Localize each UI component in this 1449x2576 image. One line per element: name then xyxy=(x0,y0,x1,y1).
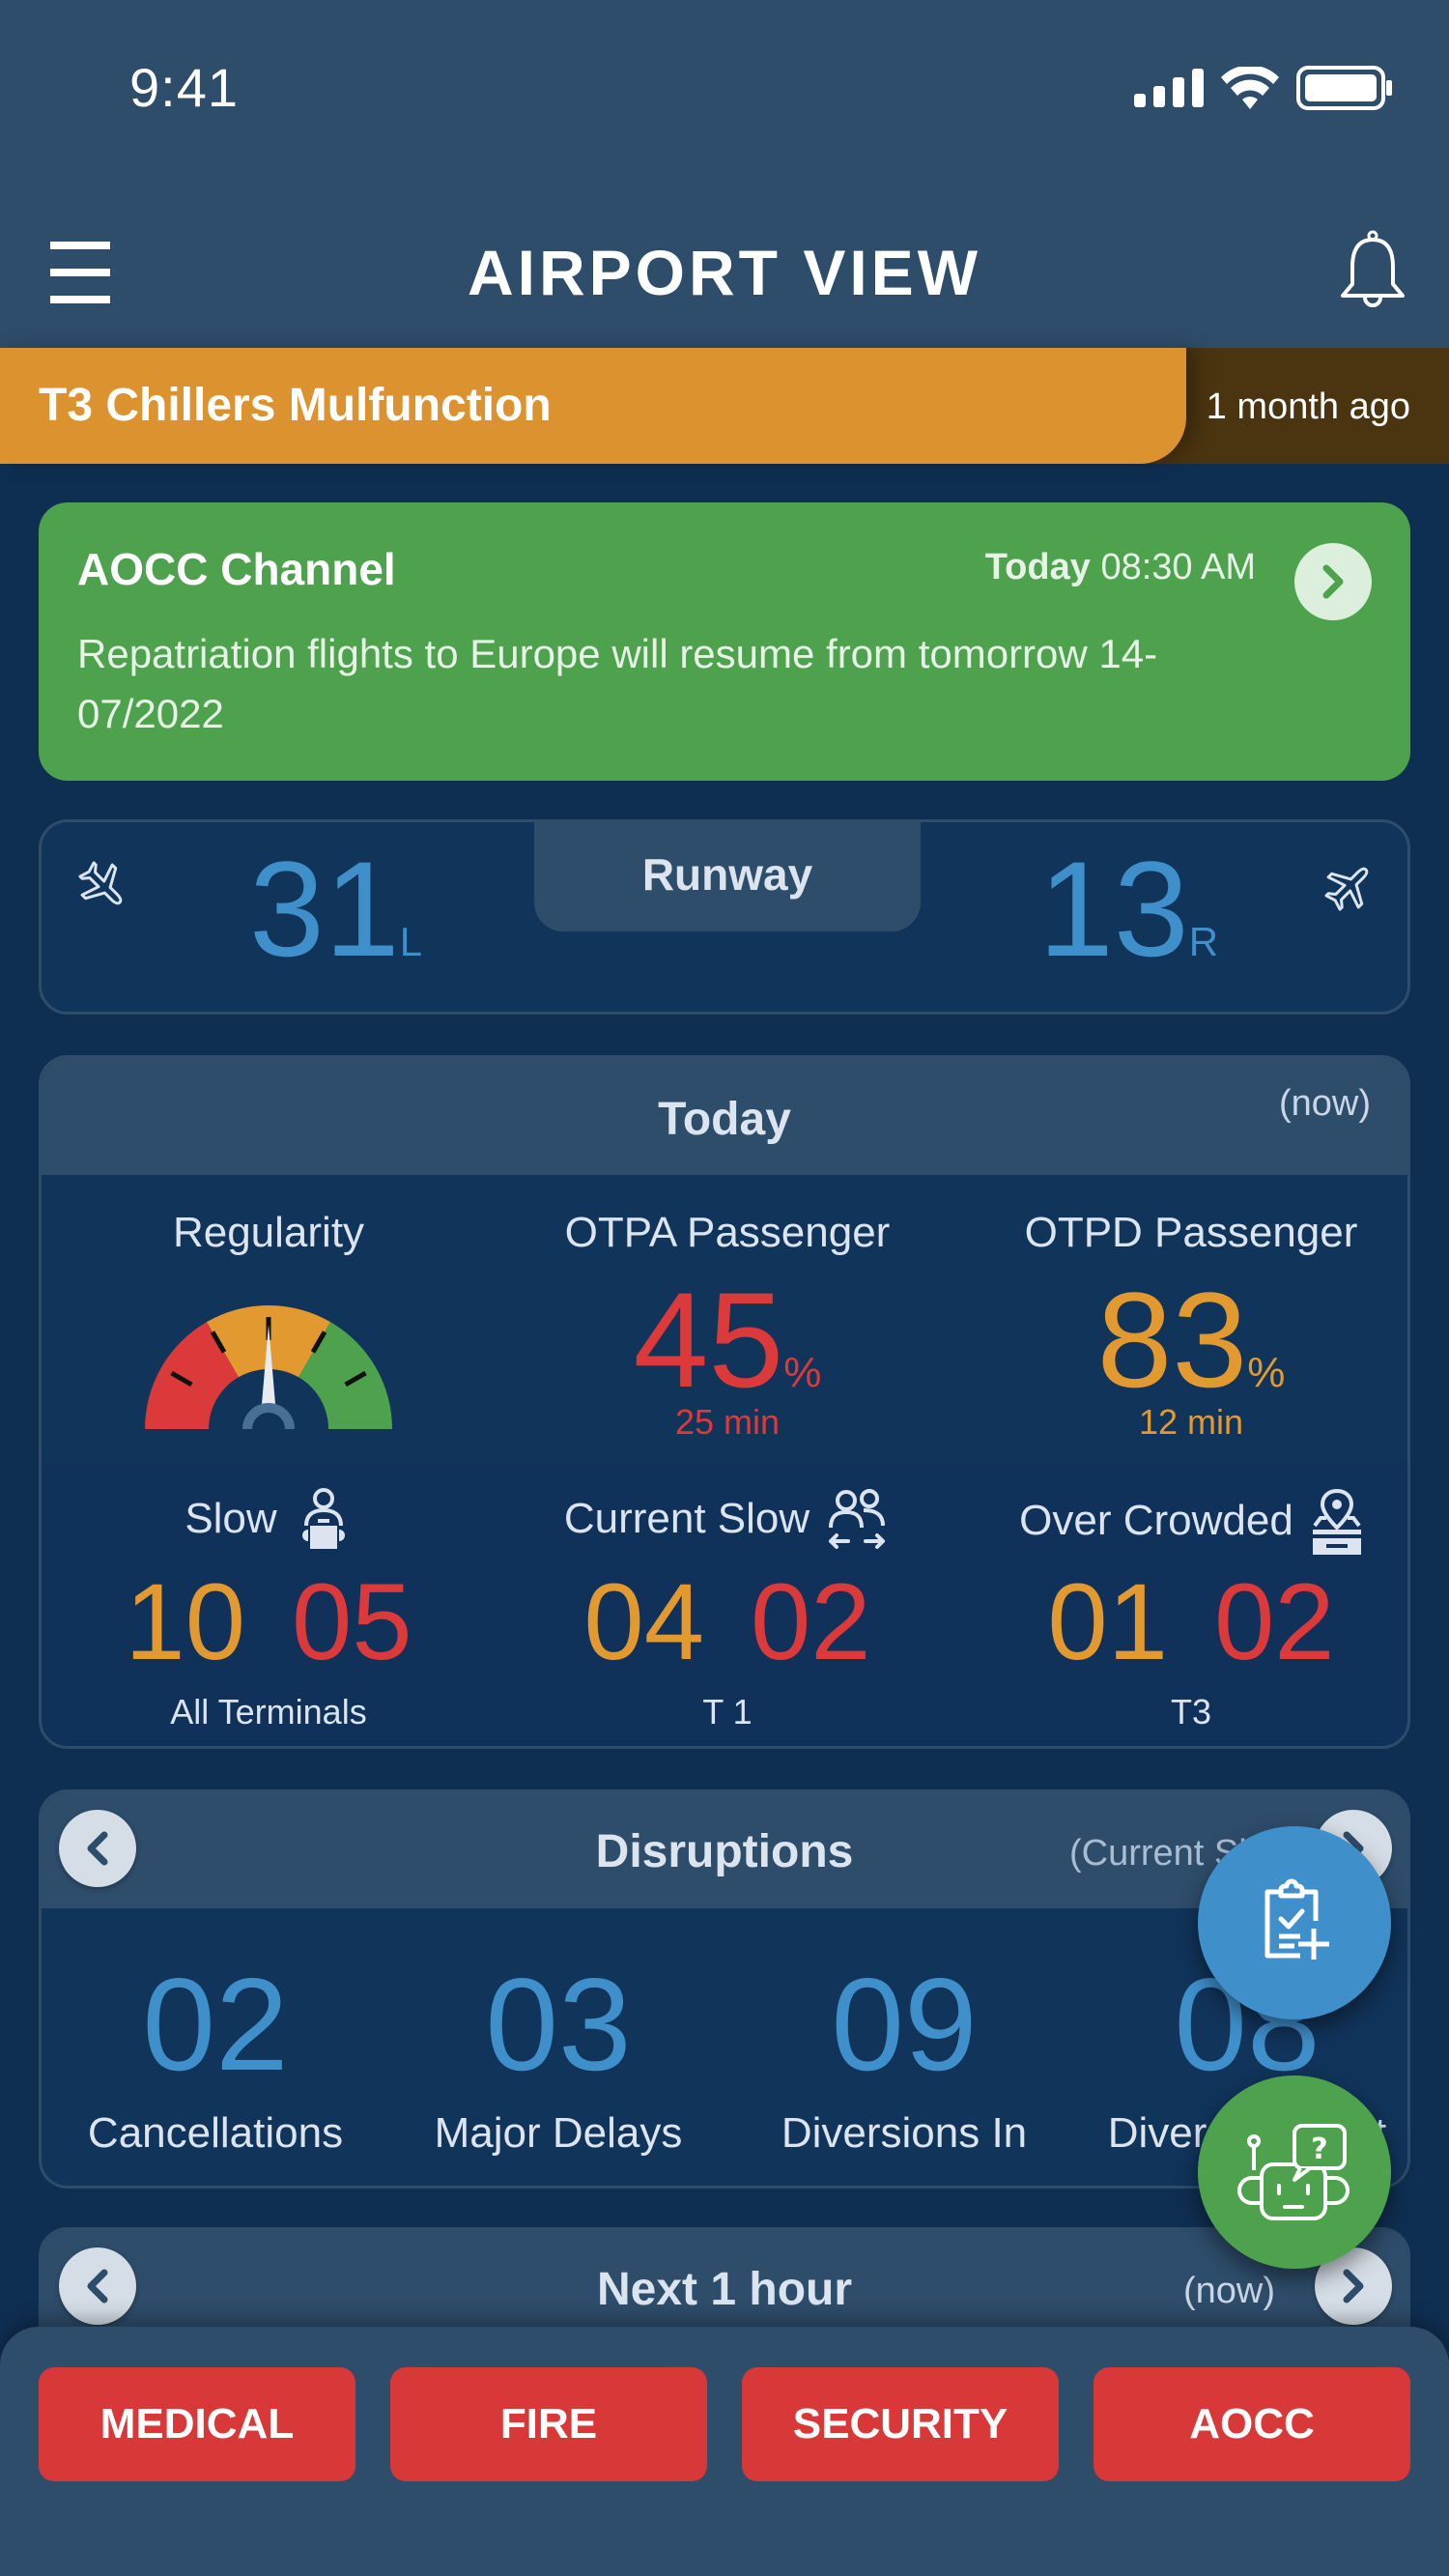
otpd-value: 83% xyxy=(964,1273,1407,1408)
fire-button[interactable]: FIRE xyxy=(390,2367,707,2481)
aocc-date-label: Today xyxy=(984,547,1091,587)
runway-arrival-number: 31 xyxy=(249,833,400,985)
today-subtitle: (now) xyxy=(1278,1083,1371,1124)
count-over-crowded-scope: T3 xyxy=(1170,1692,1211,1732)
disruption-value: 02 xyxy=(142,1951,289,2098)
aocc-channel-title: AOCC Channel xyxy=(77,544,396,594)
aocc-channel-message: Repatriation flights to Europe will resu… xyxy=(77,631,1158,736)
chatbot-help-icon: ? xyxy=(1237,2124,1350,2220)
disruption-value: 09 xyxy=(831,1951,978,2098)
cellular-signal-icon xyxy=(1134,69,1204,107)
runway-label: Runway xyxy=(534,819,921,931)
chevron-left-icon xyxy=(87,1831,108,1866)
runway-card: 31L Runway 13R xyxy=(39,819,1410,1015)
next-hour-subtitle: (now) xyxy=(1183,2271,1276,2311)
count-critical: 05 xyxy=(292,1561,412,1682)
otpd-delay: 12 min xyxy=(1138,1402,1244,1442)
regularity-gauge xyxy=(145,1305,392,1430)
count-slow-scope: All Terminals xyxy=(170,1692,367,1732)
plane-landing-icon xyxy=(78,861,123,905)
medical-button[interactable]: MEDICAL xyxy=(39,2367,355,2481)
otpa-value: 45% xyxy=(500,1273,954,1408)
gauge-hub xyxy=(242,1403,295,1430)
count-slow-values: 10 05 xyxy=(42,1568,496,1676)
status-icons xyxy=(1134,66,1393,110)
count-current-slow-label: Current Slow xyxy=(500,1487,954,1551)
disruption-value: 03 xyxy=(485,1951,632,2098)
assistant-chatbot-fab[interactable]: ? xyxy=(1198,2075,1391,2269)
alert-title: T3 Chillers Mulfunction xyxy=(39,380,552,431)
count-current-slow-values: 04 02 xyxy=(500,1568,954,1676)
aocc-channel-card[interactable]: AOCC Channel Today 08:30 AM Repatriation… xyxy=(39,502,1410,781)
aocc-channel-timestamp: Today 08:30 AM xyxy=(985,547,1256,588)
alert-banner-body: T3 Chillers Mulfunction xyxy=(0,348,1186,464)
aocc-button[interactable]: AOCC xyxy=(1094,2367,1410,2481)
count-critical: 02 xyxy=(751,1561,871,1682)
location-counter-icon xyxy=(1312,1488,1361,1555)
alert-banner[interactable]: T3 Chillers Mulfunction 1 month ago xyxy=(0,348,1449,464)
emergency-bar: MEDICAL FIRE SECURITY AOCC xyxy=(0,2327,1449,2576)
passenger-luggage-icon xyxy=(301,1488,345,1549)
plane-takeoff-icon xyxy=(1324,867,1369,911)
svg-text:?: ? xyxy=(1311,2132,1327,2166)
runway-departure: 13R xyxy=(1038,842,1218,977)
count-over-crowded-values: 01 02 xyxy=(964,1568,1407,1676)
bell-icon[interactable] xyxy=(1337,228,1408,309)
disruption-label: Major Delays xyxy=(434,2109,683,2157)
count-warning: 04 xyxy=(583,1561,704,1682)
alert-time: 1 month ago xyxy=(1206,386,1410,427)
page-title: AIRPORT VIEW xyxy=(467,237,981,308)
runway-departure-side: R xyxy=(1188,919,1219,964)
count-current-slow-scope: T 1 xyxy=(702,1692,753,1732)
disruptions-card: Disruptions (Current Shift) 02 Cancellat… xyxy=(39,1789,1410,2189)
security-button[interactable]: SECURITY xyxy=(742,2367,1059,2481)
battery-icon xyxy=(1296,66,1392,110)
passengers-transfer-icon xyxy=(829,1489,886,1549)
add-checklist-fab[interactable] xyxy=(1198,1826,1391,2019)
count-over-crowded-label: Over Crowded xyxy=(964,1487,1407,1555)
aocc-open-button[interactable] xyxy=(1294,543,1372,620)
disruption-label: Diversions In xyxy=(781,2109,1028,2157)
runway-arrival-side: L xyxy=(399,919,423,964)
count-label-text: Slow xyxy=(185,1495,277,1542)
count-warning: 01 xyxy=(1047,1561,1168,1682)
next-hour-prev-button[interactable] xyxy=(59,2247,136,2325)
wifi-icon xyxy=(1221,67,1279,109)
otpd-unit: % xyxy=(1247,1349,1286,1396)
count-critical: 02 xyxy=(1214,1561,1335,1682)
otpa-label: OTPA Passenger xyxy=(564,1209,891,1256)
otpd-label: OTPD Passenger xyxy=(1024,1209,1358,1256)
count-label-text: Over Crowded xyxy=(1019,1497,1293,1544)
otpa-number: 45 xyxy=(633,1264,784,1416)
count-warning: 10 xyxy=(125,1561,245,1682)
runway-departure-number: 13 xyxy=(1038,833,1189,985)
clipboard-add-icon xyxy=(1264,1878,1329,1960)
runway-arrival: 31L xyxy=(249,842,422,977)
disruption-label: Cancellations xyxy=(87,2109,344,2157)
count-slow-label: Slow xyxy=(42,1487,496,1551)
today-title: Today xyxy=(658,1094,791,1145)
today-card: Today (now) Regularity OTPA Passenger 45… xyxy=(39,1055,1410,1749)
count-label-text: Current Slow xyxy=(563,1495,810,1542)
status-time: 9:41 xyxy=(129,57,239,118)
today-card-header: Today (now) xyxy=(42,1058,1407,1175)
otpa-delay: 25 min xyxy=(674,1402,781,1442)
disruptions-prev-button[interactable] xyxy=(59,1810,136,1887)
chevron-left-icon xyxy=(87,2269,108,2304)
top-bar: 9:41 AIRPORT VIEW xyxy=(0,0,1449,348)
chevron-right-icon xyxy=(1343,2269,1364,2304)
otpa-unit: % xyxy=(783,1349,822,1396)
chevron-right-icon xyxy=(1322,564,1344,599)
otpd-number: 83 xyxy=(1096,1264,1248,1416)
regularity-label: Regularity xyxy=(172,1209,365,1256)
aocc-time-value: 08:30 AM xyxy=(1100,547,1256,587)
